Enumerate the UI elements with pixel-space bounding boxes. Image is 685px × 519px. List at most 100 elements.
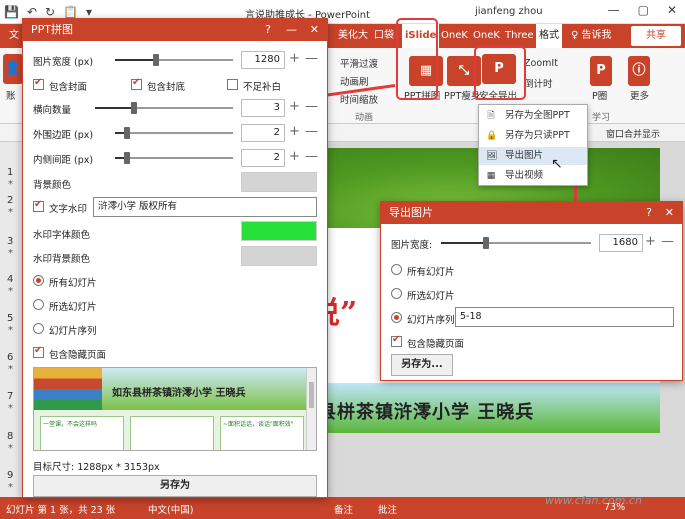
export-slide-sequence-radio[interactable]	[391, 312, 402, 323]
tell-me-search[interactable]: ♀ 告诉我	[568, 24, 615, 48]
image-width-slider[interactable]	[115, 53, 233, 67]
preview-scrollbar[interactable]	[306, 368, 316, 450]
increment-button[interactable]: +	[289, 124, 300, 140]
minimize-button[interactable]: —	[286, 19, 297, 41]
save-as-button[interactable]: 另存为	[33, 475, 317, 497]
slider-thumb[interactable]	[483, 237, 489, 249]
menu-item-export-video[interactable]: ▦ 导出视频	[479, 167, 587, 185]
increment-button[interactable]: +	[645, 234, 656, 250]
language-status[interactable]: 中文(中国)	[148, 502, 193, 516]
minimize-button[interactable]: —	[608, 3, 620, 17]
export-all-slides-label: 所有幻灯片	[407, 267, 455, 278]
outer-margin-slider[interactable]	[115, 126, 233, 140]
slider-thumb[interactable]	[123, 152, 130, 164]
animation-brush-button[interactable]: 动画刷	[340, 74, 369, 88]
tab-koudai[interactable]: 口袋	[371, 24, 397, 48]
countdown-button[interactable]: 倒计时	[524, 76, 553, 90]
comments-button[interactable]: 批注	[378, 502, 397, 516]
slide-sequence-radio[interactable]	[33, 323, 44, 334]
help-button[interactable]: ?	[265, 19, 271, 41]
tab-meihua[interactable]: 美化大	[335, 24, 371, 48]
selected-slides-radio[interactable]	[33, 299, 44, 310]
watermark-text-input[interactable]: 浒澪小学 版权所有	[93, 197, 317, 217]
pad-white-checkbox[interactable]	[227, 79, 238, 90]
thumb-number[interactable]: 7	[7, 391, 13, 402]
export-save-as-button[interactable]: 另存为...	[391, 354, 453, 376]
more-icon[interactable]: ⓘ	[628, 56, 650, 86]
more-label[interactable]: 更多	[630, 88, 649, 102]
increment-button[interactable]: +	[289, 51, 300, 67]
notes-button[interactable]: 备注	[334, 502, 353, 516]
inner-spacing-slider[interactable]	[115, 151, 233, 165]
wm-bg-color-swatch[interactable]	[241, 246, 317, 266]
puzzle-preview[interactable]: 如东县栟茶镇浒澪小学 王晓兵 一堂课，不会这样吗 ~面积话话，谈话"面积效"	[33, 367, 317, 451]
include-back-checkbox[interactable]	[131, 77, 142, 90]
close-button[interactable]: ✕	[667, 3, 677, 17]
text-watermark-checkbox[interactable]	[33, 199, 44, 212]
export-all-slides-radio[interactable]	[391, 264, 402, 275]
tab-onekey-1[interactable]: OneK	[438, 24, 471, 48]
slide-author-text[interactable]: 县栟茶镇浒澪小学 王晓兵	[318, 398, 534, 424]
decrement-button[interactable]: —	[305, 149, 318, 165]
merge-window-button[interactable]: 窗口合并显示	[606, 127, 660, 140]
increment-button[interactable]: +	[289, 149, 300, 165]
account-icon[interactable]: 👤	[3, 54, 23, 84]
slide-sequence-input[interactable]: 5-18	[455, 307, 674, 327]
decrement-button[interactable]: —	[305, 51, 318, 67]
inner-spacing-value[interactable]: 2	[241, 149, 285, 167]
export-width-slider[interactable]	[441, 236, 591, 250]
decrement-button[interactable]: —	[305, 99, 318, 115]
horizontal-count-value[interactable]: 3	[241, 99, 285, 117]
export-width-value[interactable]: 1680	[599, 234, 643, 252]
thumb-number[interactable]: 2	[7, 195, 13, 206]
increment-button[interactable]: +	[289, 99, 300, 115]
thumb-number[interactable]: 4	[7, 274, 13, 285]
user-name[interactable]: jianfeng zhou	[475, 6, 543, 17]
close-button[interactable]: ✕	[310, 19, 319, 41]
bg-color-label: 背景颜色	[33, 180, 72, 191]
decrement-button[interactable]: —	[305, 124, 318, 140]
help-button[interactable]: ?	[646, 202, 652, 224]
close-button[interactable]: ✕	[665, 202, 674, 224]
p-circle-icon[interactable]: P	[590, 56, 612, 86]
p-circle-label[interactable]: P圈	[592, 88, 607, 102]
time-scale-button[interactable]: 时间缩放	[340, 92, 378, 106]
include-hidden-checkbox[interactable]	[33, 345, 44, 358]
thumb-number[interactable]: 9	[7, 470, 13, 481]
smooth-transition-button[interactable]: 平滑过渡	[340, 56, 378, 70]
tab-format[interactable]: 格式	[536, 24, 562, 48]
image-width-value[interactable]: 1280	[241, 51, 285, 69]
share-button[interactable]: 共享	[631, 26, 681, 46]
outer-margin-value[interactable]: 2	[241, 124, 285, 142]
thumb-number[interactable]: 3	[7, 236, 13, 247]
bg-color-swatch[interactable]	[241, 172, 317, 192]
scrollbar-thumb[interactable]	[309, 382, 314, 408]
menu-item-export-image[interactable]: 🖼 导出图片	[479, 147, 587, 165]
thumb-number[interactable]: 6	[7, 352, 13, 363]
tab-file[interactable]: 文	[6, 24, 22, 48]
tab-three[interactable]: Three	[502, 24, 537, 48]
decrement-button[interactable]: —	[661, 234, 674, 250]
tab-onekey-2[interactable]: OneK	[470, 24, 503, 48]
horizontal-count-slider[interactable]	[95, 101, 233, 115]
slider-fill	[115, 59, 157, 61]
thumb-number[interactable]: 8	[7, 431, 13, 442]
zoomit-button[interactable]: ZoomIt	[524, 58, 558, 69]
export-selected-slides-radio[interactable]	[391, 288, 402, 299]
wm-font-color-swatch[interactable]	[241, 221, 317, 241]
export-image-dialog: 导出图片 ? ✕ 图片宽度: 1680 + — 所有幻灯片 所选幻灯片 幻灯片序…	[380, 201, 683, 381]
include-cover-checkbox[interactable]	[33, 77, 44, 90]
menu-item-save-full-image-ppt[interactable]: 🗎 另存为全图PPT	[479, 107, 587, 125]
all-slides-radio[interactable]	[33, 275, 44, 286]
thumb-number[interactable]: 1	[7, 167, 13, 178]
slider-thumb[interactable]	[123, 127, 130, 139]
slider-thumb[interactable]	[153, 54, 160, 66]
maximize-button[interactable]: ▢	[638, 3, 649, 17]
slider-thumb[interactable]	[130, 102, 137, 114]
thumb-number[interactable]: 5	[7, 313, 13, 324]
target-size-text: 目标尺寸: 1288px * 3153px	[33, 462, 160, 473]
save-icon[interactable]: 💾	[4, 4, 19, 20]
export-include-hidden-checkbox[interactable]	[391, 334, 402, 347]
menu-item-save-readonly-ppt[interactable]: 🔒 另存为只读PPT	[479, 127, 587, 145]
lock-icon: 🔒	[486, 131, 498, 141]
